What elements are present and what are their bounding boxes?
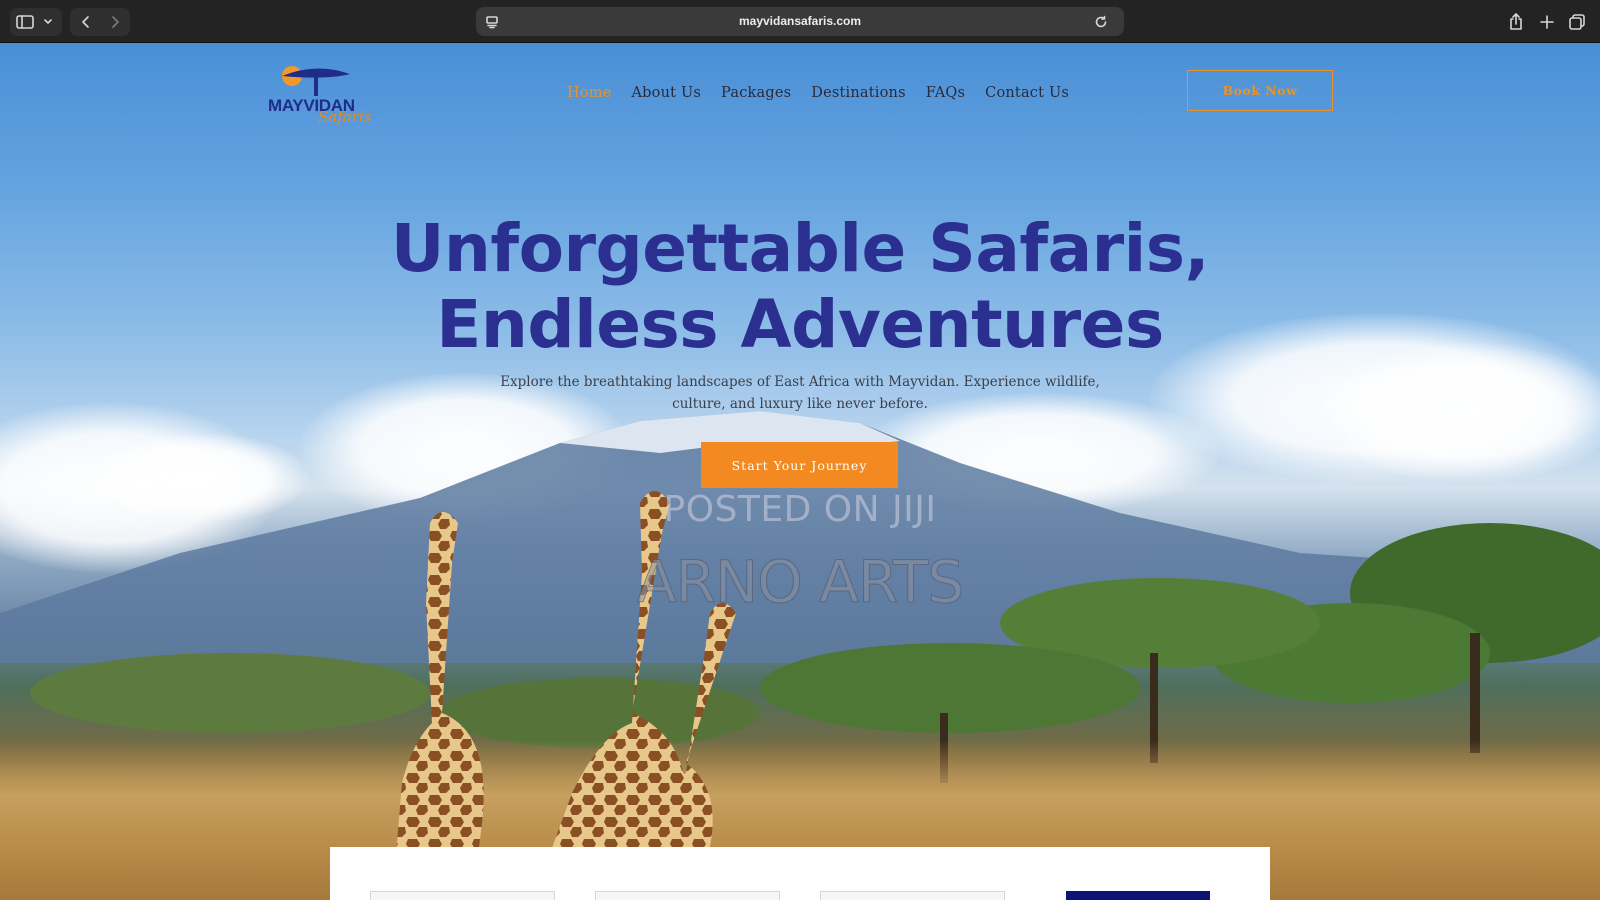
nav-contact-us[interactable]: Contact Us: [985, 85, 1069, 101]
hero-title: Unforgettable Safaris, Endless Adventure…: [300, 211, 1300, 363]
back-icon[interactable]: [76, 9, 96, 35]
nav-packages[interactable]: Packages: [721, 85, 791, 101]
website-page: MAYVIDAN Safaris Home About Us Packages …: [0, 43, 1600, 900]
booking-card: [330, 847, 1270, 900]
main-nav: Home About Us Packages Destinations FAQs…: [567, 85, 1069, 101]
hero-subtitle: Explore the breathtaking landscapes of E…: [500, 374, 1100, 412]
booking-field[interactable]: [820, 891, 1005, 900]
watermark-arno-arts: ARNO ARTS: [636, 548, 964, 617]
url-text: mayvidansafaris.com: [738, 14, 862, 28]
reload-icon[interactable]: [1090, 9, 1112, 35]
chevron-down-icon[interactable]: [40, 9, 56, 35]
nav-destinations[interactable]: Destinations: [811, 85, 905, 101]
new-tab-icon[interactable]: [1536, 9, 1558, 35]
booking-submit-button[interactable]: [1066, 891, 1210, 900]
nav-faqs[interactable]: FAQs: [926, 85, 965, 101]
start-journey-button[interactable]: Start Your Journey: [701, 442, 898, 488]
forward-icon[interactable]: [105, 9, 125, 35]
nav-about-us[interactable]: About Us: [632, 85, 702, 101]
hero-title-line1: Unforgettable Safaris,: [390, 210, 1210, 287]
acacia-tree-logo-icon: [282, 66, 350, 96]
site-logo[interactable]: MAYVIDAN Safaris: [266, 60, 402, 126]
watermark-posted-on-jiji: POSTED ON JIJI: [663, 489, 937, 530]
logo-sub-text: Safaris: [318, 108, 372, 126]
browser-toolbar: mayvidansafaris.com: [0, 0, 1600, 43]
hero-title-line2: Endless Adventures: [436, 286, 1164, 363]
nav-home[interactable]: Home: [567, 85, 612, 101]
booking-field[interactable]: [595, 891, 780, 900]
share-icon[interactable]: [1505, 9, 1527, 35]
booking-field[interactable]: [370, 891, 555, 900]
book-now-button[interactable]: Book Now: [1187, 70, 1333, 111]
sidebar-icon[interactable]: [14, 9, 36, 35]
address-bar[interactable]: mayvidansafaris.com: [476, 7, 1124, 36]
tabs-overview-icon[interactable]: [1565, 9, 1589, 35]
